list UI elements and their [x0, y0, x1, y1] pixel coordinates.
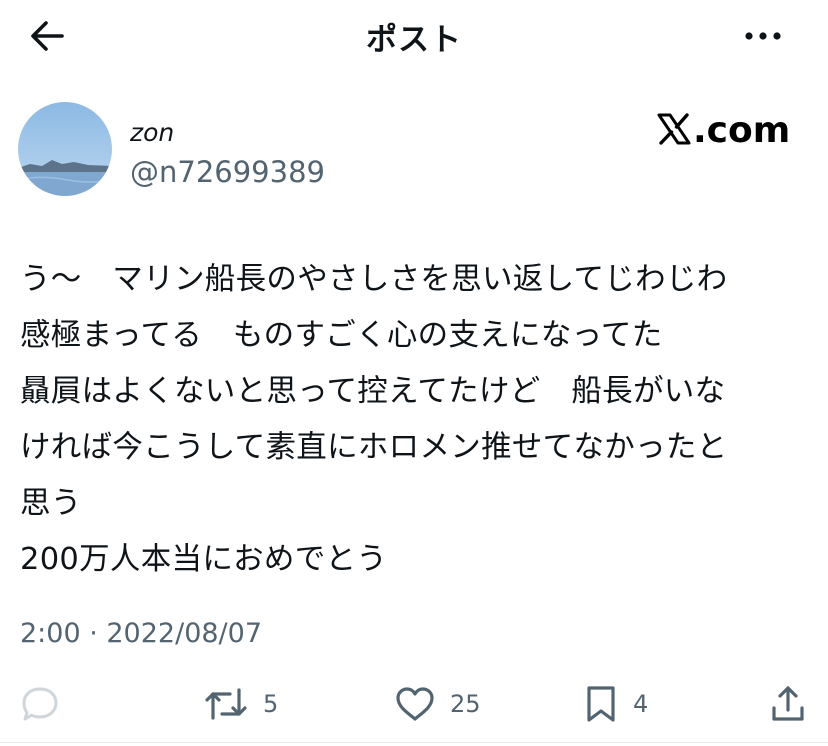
like-button[interactable]: 25 [394, 680, 481, 728]
tweet-text: う〜 マリン船長のやさしさを思い返してじわじわ 感極まってる ものすごく心の支え… [20, 252, 820, 588]
brand-watermark: .com [657, 110, 790, 151]
tweet-line: 感極まってる ものすごく心の支えになってた [20, 318, 663, 353]
share-icon [772, 686, 804, 721]
share-button[interactable] [768, 680, 808, 728]
display-name[interactable]: zon [130, 118, 174, 147]
bookmark-button[interactable]: 4 [583, 680, 648, 728]
action-bar: 5 25 4 [0, 680, 828, 728]
reply-icon [22, 687, 58, 721]
page-title: ポスト [366, 22, 462, 58]
reply-button[interactable] [20, 680, 74, 728]
tweet-line: 贔屓はよくないと思って控えてたけど 船長がいな [20, 374, 726, 409]
more-options-button[interactable] [742, 26, 786, 46]
bookmark-icon [587, 686, 615, 722]
like-count: 25 [450, 690, 481, 718]
repost-button[interactable]: 5 [203, 680, 278, 728]
heart-icon [396, 687, 434, 721]
avatar[interactable] [18, 102, 112, 196]
repost-count: 5 [263, 690, 279, 718]
tweet-line: 思う [20, 486, 82, 521]
x-logo-icon [657, 113, 691, 145]
brand-text: .com [693, 110, 791, 151]
tweet-line: 200万人本当におめでとう [20, 542, 388, 577]
top-bar: ポスト [0, 0, 828, 70]
more-horizontal-icon [745, 32, 781, 40]
divider [0, 742, 828, 743]
bookmark-count: 4 [633, 690, 649, 718]
post-timestamp[interactable]: 2:00 · 2022/08/07 [20, 618, 262, 649]
user-handle[interactable]: @n72699389 [130, 155, 325, 189]
tweet-line: う〜 マリン船長のやさしさを思い返してじわじわ [20, 262, 728, 297]
tweet-line: ければ今こうして素直にホロメン推せてなかったと [20, 430, 728, 465]
repost-icon [205, 688, 247, 720]
